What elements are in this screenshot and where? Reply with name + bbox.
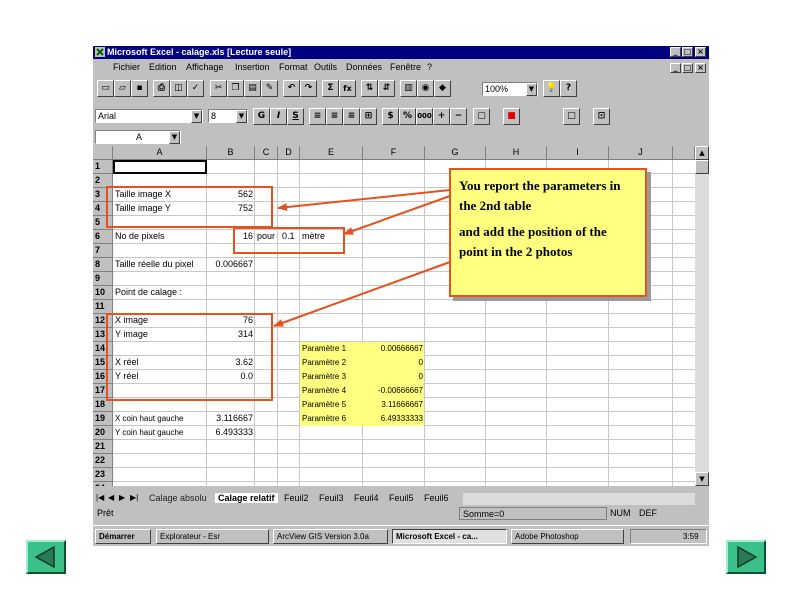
arrow-to-point bbox=[273, 261, 451, 327]
arrow-to-pixels bbox=[343, 195, 451, 235]
arrow-right-icon bbox=[737, 545, 758, 569]
arrow-left-icon bbox=[34, 545, 55, 569]
instruction-callout: You report the parameters in the 2nd tab… bbox=[449, 168, 647, 297]
highlight-box-pixels bbox=[233, 227, 345, 254]
callout-text-2: and add the position of the point in the… bbox=[459, 224, 607, 259]
next-slide-button[interactable] bbox=[726, 540, 766, 574]
highlight-box-point bbox=[106, 313, 273, 401]
previous-slide-button[interactable] bbox=[26, 540, 66, 574]
callout-text-1: You report the parameters in the 2nd tab… bbox=[459, 178, 621, 213]
annotation-overlay bbox=[106, 186, 451, 401]
highlight-box-image-size bbox=[106, 186, 273, 228]
